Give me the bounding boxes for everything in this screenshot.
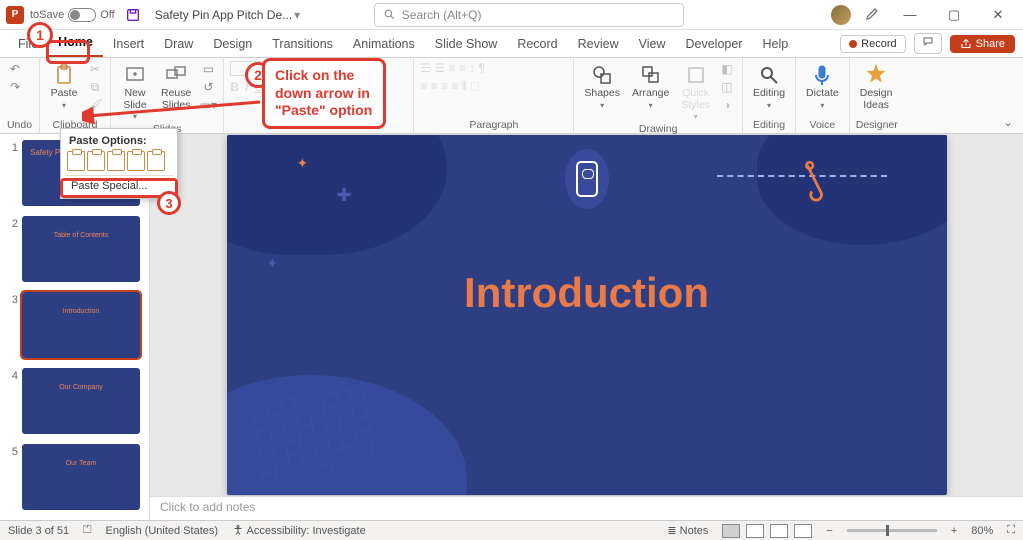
shape-effects-icon[interactable]: ◑ <box>718 97 736 113</box>
tab-animations[interactable]: Animations <box>343 33 425 57</box>
tab-developer[interactable]: Developer <box>675 33 752 57</box>
tab-file[interactable]: File <box>8 33 48 57</box>
search-icon <box>383 8 396 21</box>
tab-draw[interactable]: Draw <box>154 33 203 57</box>
save-icon[interactable] <box>125 7 141 23</box>
cut-icon[interactable]: ✂ <box>86 61 104 77</box>
paste-option-4[interactable] <box>127 151 145 171</box>
group-voice: Voice <box>802 119 843 132</box>
pen-icon[interactable] <box>865 5 881 24</box>
window-close[interactable]: ✕ <box>983 1 1013 29</box>
clipboard-icon <box>52 63 76 87</box>
redo-icon[interactable]: ↷ <box>6 79 24 95</box>
thumbnail-5[interactable]: 5 Our Team <box>4 444 145 510</box>
user-avatar[interactable] <box>831 5 851 25</box>
shape-fill-icon[interactable]: ◧ <box>718 61 736 77</box>
safety-pin-graphic <box>801 159 827 199</box>
tab-help[interactable]: Help <box>752 33 798 57</box>
record-button[interactable]: Record <box>840 35 905 53</box>
section-icon[interactable]: ▭▾ <box>199 97 217 113</box>
notes-pane[interactable]: Click to add notes <box>150 496 1023 520</box>
tab-slideshow[interactable]: Slide Show <box>425 33 508 57</box>
view-sorter[interactable] <box>746 524 764 538</box>
shapes-button[interactable]: Shapes▾ <box>580 61 624 112</box>
thumbnail-2[interactable]: 2 Table of Contents <box>4 216 145 282</box>
slide-canvas-area[interactable]: ✦ ✚ ✦ Introduction <box>150 134 1023 496</box>
tab-view[interactable]: View <box>629 33 676 57</box>
window-maximize[interactable]: ▢ <box>939 1 969 29</box>
view-slideshow[interactable] <box>794 524 812 538</box>
ribbon-tabs: File Home Insert Draw Design Transitions… <box>0 30 1023 58</box>
comments-button[interactable] <box>914 33 942 54</box>
shape-outline-icon[interactable]: ◫ <box>718 79 736 95</box>
zoom-slider[interactable] <box>847 529 937 532</box>
paste-option-3[interactable] <box>107 151 125 171</box>
title-bar: P toSave Off Safety Pin App Pitch De... … <box>0 0 1023 30</box>
zoom-in[interactable]: + <box>951 525 957 537</box>
accessibility-status[interactable]: Accessibility: Investigate <box>232 524 366 537</box>
notes-toggle[interactable]: ≣ Notes <box>667 524 708 537</box>
slide-content[interactable]: ✦ ✚ ✦ Introduction <box>227 135 947 495</box>
document-name[interactable]: Safety Pin App Pitch De... <box>155 8 292 22</box>
tab-design[interactable]: Design <box>203 33 262 57</box>
arrange-button[interactable]: Arrange▾ <box>628 61 673 112</box>
format-painter-icon[interactable]: 🖌 <box>86 97 104 113</box>
layout-icon[interactable]: ▭ <box>199 61 217 77</box>
paste-button[interactable]: Paste ▾ <box>46 61 82 112</box>
paste-option-2[interactable] <box>87 151 105 171</box>
autosave[interactable]: toSave Off <box>30 8 115 22</box>
app-icon: P <box>6 6 24 24</box>
slide-counter[interactable]: Slide 3 of 51 <box>8 525 69 537</box>
paste-option-5[interactable] <box>147 151 165 171</box>
paste-special-item[interactable]: Paste Special... <box>65 175 173 196</box>
group-editing: Editing <box>749 119 789 132</box>
view-reading[interactable] <box>770 524 788 538</box>
autosave-state: Off <box>100 9 114 21</box>
editing-button[interactable]: Editing▾ <box>749 61 789 112</box>
group-paragraph: Paragraph <box>420 119 567 132</box>
dictate-button[interactable]: Dictate▾ <box>802 61 843 112</box>
window-minimize[interactable]: — <box>895 1 925 29</box>
ribbon: ↶ ↷ Undo Paste ▾ ✂ ⧉ 🖌 Clipboard New Sli… <box>0 58 1023 134</box>
design-ideas-button[interactable]: Design Ideas <box>856 61 897 113</box>
group-font: Font <box>230 119 407 132</box>
paste-options-menu: Paste Options: Paste Special... <box>60 128 178 199</box>
tab-home[interactable]: Home <box>48 31 103 57</box>
thumbnail-3[interactable]: 3 Introduction <box>4 292 145 358</box>
tab-record[interactable]: Record <box>507 33 567 57</box>
doc-dropdown-icon[interactable]: ▾ <box>294 8 300 22</box>
autosave-label: toSave <box>30 9 64 21</box>
spellcheck-icon[interactable]: ⏍ <box>83 524 91 537</box>
ribbon-collapse-icon[interactable]: ⌄ <box>904 58 1023 133</box>
tab-insert[interactable]: Insert <box>103 33 154 57</box>
slide-title[interactable]: Introduction <box>464 269 709 317</box>
paste-dropdown-arrow[interactable]: ▾ <box>62 101 66 110</box>
group-designer: Designer <box>856 119 898 132</box>
reset-icon[interactable]: ↺ <box>199 79 217 95</box>
search-placeholder: Search (Alt+Q) <box>402 8 482 22</box>
search-box[interactable]: Search (Alt+Q) <box>374 3 684 27</box>
reuse-slides-button[interactable]: Reuse Slides <box>157 61 195 113</box>
quick-styles-button[interactable]: Quick Styles▾ <box>677 61 714 123</box>
language-status[interactable]: English (United States) <box>106 525 219 537</box>
tab-transitions[interactable]: Transitions <box>262 33 343 57</box>
undo-icon[interactable]: ↶ <box>6 61 24 77</box>
paste-option-1[interactable] <box>67 151 85 171</box>
view-normal[interactable] <box>722 524 740 538</box>
zoom-level[interactable]: 80% <box>971 525 993 537</box>
tab-review[interactable]: Review <box>568 33 629 57</box>
thumbnail-4[interactable]: 4 Our Company <box>4 368 145 434</box>
status-bar: Slide 3 of 51 ⏍ English (United States) … <box>0 520 1023 540</box>
new-slide-button[interactable]: New Slide ▾ <box>117 61 153 123</box>
autosave-toggle[interactable] <box>68 8 96 22</box>
phone-graphic <box>565 149 609 209</box>
fit-to-window[interactable]: ⛶ <box>1007 524 1015 537</box>
share-button[interactable]: Share <box>950 35 1015 53</box>
zoom-out[interactable]: − <box>826 525 832 537</box>
copy-icon[interactable]: ⧉ <box>86 79 104 95</box>
group-undo: Undo <box>6 119 33 132</box>
